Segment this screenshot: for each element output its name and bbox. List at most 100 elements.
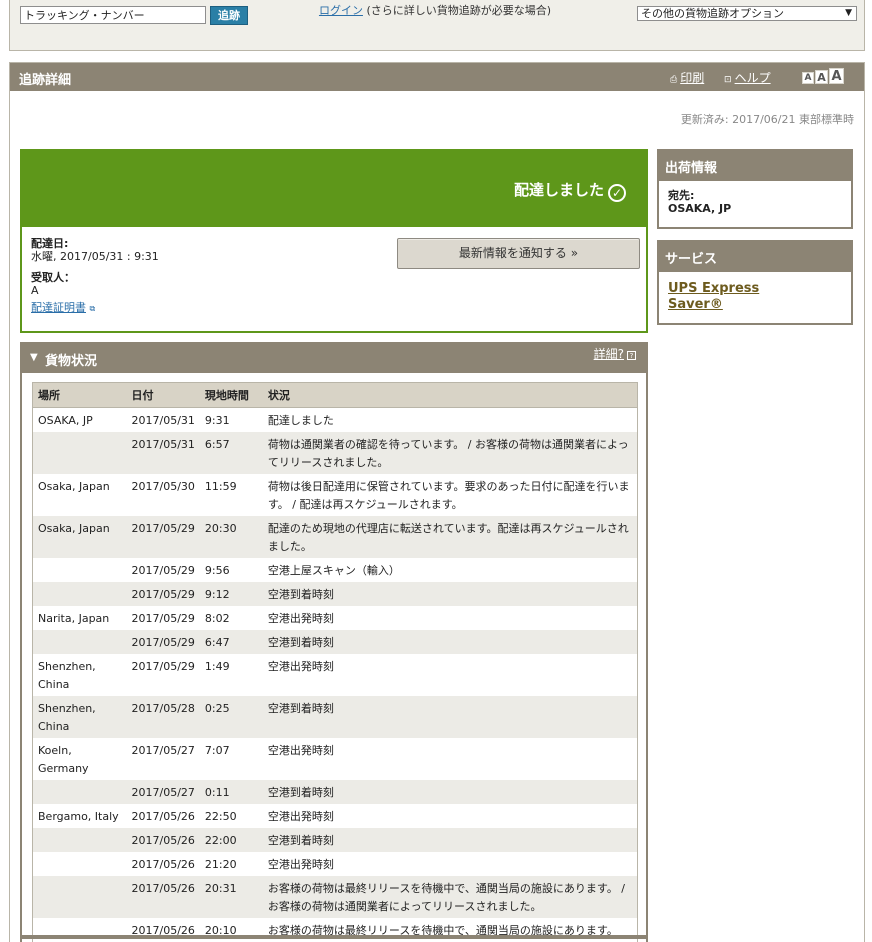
cell-location: Bergamo, Italy [38, 810, 119, 823]
login-box: ログイン (さらに詳しい貨物追跡が必要な場合) [310, 4, 560, 17]
cell-status: 空港出発時刻 [267, 744, 334, 757]
cell-location [32, 582, 127, 606]
cell-time: 11:59 [204, 480, 237, 493]
print-link[interactable]: ⎙ 印刷 [670, 71, 712, 85]
cell-time: 9:31 [204, 414, 230, 427]
receiver-label: 受取人： [31, 271, 75, 284]
cell-date: 2017/05/27 [131, 744, 195, 757]
table-row: 2017/05/29 9:12 空港到着時刻 [32, 582, 638, 606]
table-row: OSAKA, JP 2017/05/31 9:31 配達しました [33, 408, 638, 433]
cell-status: 空港出発時刻 [267, 858, 334, 871]
shipment-info-title: 出荷情報 [659, 149, 851, 181]
cell-time: 9:12 [199, 582, 263, 606]
details-help-link[interactable]: 詳細?? [594, 345, 636, 362]
cell-date: 2017/05/31 [126, 432, 200, 474]
collapse-triangle-icon[interactable]: ▼ [30, 352, 38, 363]
service-title: サービス [659, 240, 851, 272]
cell-time: 6:47 [199, 630, 263, 654]
tracking-number-input[interactable] [20, 6, 206, 24]
cell-location [32, 828, 127, 852]
cell-time: 21:20 [204, 858, 237, 871]
table-row: Osaka, Japan 2017/05/30 11:59 荷物は後日配達用に保管され… [33, 474, 638, 516]
cell-location: Osaka, Japan [32, 516, 127, 558]
login-link[interactable]: ログイン [319, 4, 363, 17]
shipment-progress-header[interactable]: ▼ 貨物状況 詳細?? [22, 342, 646, 373]
table-row: 2017/05/29 9:56 空港上屋スキャン（輸入） [33, 558, 638, 582]
cell-date: 2017/05/28 [126, 696, 200, 738]
cell-status: お客様の荷物は最終リリースを待機中で、通関当局の施設にあります。 / お客様の荷… [262, 876, 638, 918]
destination-label: 宛先: [668, 189, 695, 202]
cell-date: 2017/05/29 [131, 612, 195, 625]
table-header-row: 場所 日付 現地時間 状況 [32, 382, 638, 408]
cell-time: 0:11 [199, 780, 263, 804]
cell-status: 空港出発時刻 [267, 810, 334, 823]
shipment-info-body: 宛先: OSAKA, JP [659, 181, 851, 223]
cell-status: 空港出発時刻 [267, 612, 334, 625]
cell-status: 空港到着時刻 [262, 630, 638, 654]
cell-location [32, 630, 127, 654]
table-row: 2017/05/26 22:00 空港到着時刻 [32, 828, 638, 852]
help-link[interactable]: ⊡ ヘルプ [724, 71, 779, 85]
printer-icon: ⎙ [670, 75, 678, 85]
header-links: ⎙ 印刷 ⊡ ヘルプ [670, 69, 787, 86]
delivered-banner: 配達しました ✓ [22, 149, 646, 227]
page-title: 追跡詳細 [19, 73, 72, 88]
notify-updates-button[interactable]: 最新情報を通知する » [397, 238, 640, 269]
table-row: Osaka, Japan 2017/05/29 20:30 配達のため現地の代理店に転… [32, 516, 638, 558]
tracking-options-select[interactable]: その他の貨物追跡オプション ▼ [637, 6, 857, 21]
font-size-large-button[interactable]: A [829, 68, 844, 84]
cell-time: 6:57 [199, 432, 263, 474]
cell-status: 空港到着時刻 [262, 582, 638, 606]
service-link[interactable]: UPS Express Saver® [659, 272, 851, 322]
font-size-controls: AAA [802, 68, 845, 84]
help-icon: ⊡ [724, 75, 732, 85]
column-header-local-time: 現地時間 [199, 382, 263, 408]
cell-status: 空港上屋スキャン（輸入） [267, 564, 400, 577]
check-circle-icon: ✓ [608, 184, 626, 202]
cell-location: Shenzhen, China [38, 660, 96, 691]
cell-status: 配達しました [267, 414, 334, 427]
cell-status: 空港出発時刻 [267, 660, 334, 673]
font-size-small-button[interactable]: A [802, 72, 814, 84]
delivery-date-value: 水曜, 2017/05/31 : 9:31 [31, 250, 159, 263]
delivery-status: 配達しました ✓ [514, 179, 626, 202]
shipment-progress-box: ▼ 貨物状況 詳細?? 場所 日付 現地時間 状況 OSAKA, JP 2017/… [20, 342, 648, 942]
cell-date: 2017/05/26 [126, 828, 200, 852]
service-name-line2: Saver® [668, 297, 723, 312]
cell-location: Shenzhen, China [32, 696, 127, 738]
delivery-date-label: 配達日: [31, 237, 69, 250]
progress-box-bottom-border [20, 935, 648, 939]
proof-of-delivery-link[interactable]: 配達証明書 [31, 301, 86, 314]
dropdown-arrow-icon: ▼ [845, 8, 852, 18]
proof-of-delivery[interactable]: 配達証明書 ⧉ [31, 301, 159, 315]
cell-time: 20:30 [199, 516, 263, 558]
cell-date: 2017/05/29 [126, 516, 200, 558]
delivery-info: 配達日: 水曜, 2017/05/31 : 9:31 受取人： A 配達証明書 … [31, 237, 159, 315]
table-row: 2017/05/26 20:31 お客様の荷物は最終リリースを待機中で、通関当局の施… [32, 876, 638, 918]
table-row: Koeln, Germany 2017/05/27 7:07 空港出発時刻 [33, 738, 638, 780]
cell-time: 22:50 [204, 810, 237, 823]
panel-header: 追跡詳細 ⎙ 印刷 ⊡ ヘルプ AAA [10, 63, 864, 91]
cell-date: 2017/05/27 [126, 780, 200, 804]
delivery-status-box: 配達しました ✓ 配達日: 水曜, 2017/05/31 : 9:31 受取人： … [20, 149, 648, 333]
cell-date: 2017/05/29 [126, 582, 200, 606]
shipment-info-box: 出荷情報 宛先: OSAKA, JP [657, 149, 853, 229]
track-button[interactable]: 追跡 [210, 6, 248, 25]
table-row: 2017/05/31 6:57 荷物は通関業者の確認を待っています。 / お客様の荷… [32, 432, 638, 474]
table-row: Shenzhen, China 2017/05/28 0:25 空港到着時刻 [32, 696, 638, 738]
cell-time: 1:49 [204, 660, 230, 673]
cell-status: 空港到着時刻 [262, 780, 638, 804]
column-header-date: 日付 [126, 382, 200, 408]
cell-date: 2017/05/29 [131, 660, 195, 673]
table-row: 2017/05/27 0:11 空港到着時刻 [32, 780, 638, 804]
table-row: Narita, Japan 2017/05/29 8:02 空港出発時刻 [33, 606, 638, 630]
cell-location [33, 558, 127, 582]
question-icon: ? [627, 351, 636, 360]
details-help-label: 詳細? [593, 347, 624, 361]
cell-time: 7:07 [204, 744, 230, 757]
tracking-details-panel: 追跡詳細 ⎙ 印刷 ⊡ ヘルプ AAA 更新済み: 2017/06/21 東部標準時… [9, 62, 865, 942]
cell-time: 20:31 [199, 876, 263, 918]
font-size-medium-button[interactable]: A [815, 70, 828, 84]
cell-location [33, 852, 127, 876]
shipment-progress-title: 貨物状況 [45, 354, 98, 369]
